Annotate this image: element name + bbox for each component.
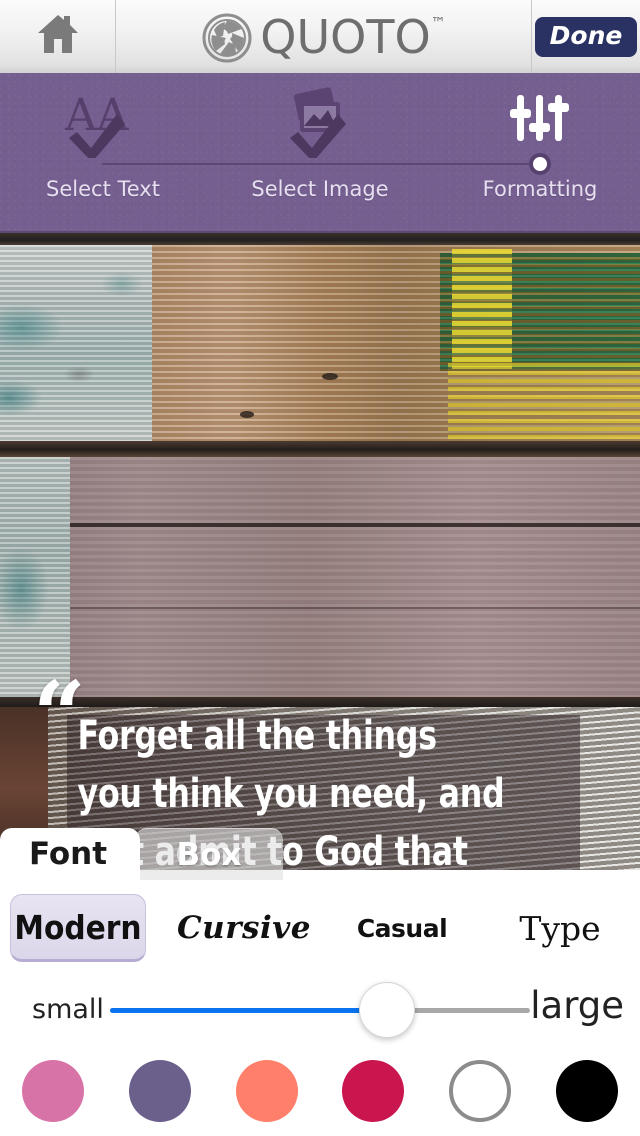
font-options-row: Modern Cursive Casual Type: [0, 894, 640, 968]
tab-font[interactable]: Font: [0, 828, 140, 880]
color-swatch-black[interactable]: [555, 1060, 618, 1122]
tab-box[interactable]: Box: [135, 828, 283, 880]
color-swatch-cell: [320, 1048, 427, 1134]
wood-rail-mid: [0, 441, 640, 457]
home-icon: [36, 13, 80, 60]
sidebar-item-label: Formatting: [482, 177, 598, 201]
color-swatch-white[interactable]: [449, 1060, 512, 1122]
wood-rail-low: [0, 697, 640, 707]
sidebar-item-label: Select Image: [251, 177, 389, 201]
color-swatch-cell: [533, 1048, 640, 1134]
slider-thumb[interactable]: [359, 982, 416, 1038]
color-swatch-cell: [427, 1048, 534, 1134]
font-size-slider[interactable]: [110, 982, 530, 1038]
wood-knot: [322, 373, 338, 380]
trademark-symbol: ™: [430, 13, 446, 32]
wood-middle-plank: [0, 457, 640, 697]
plank-teal-left: [0, 245, 152, 441]
stepper-active-dot: [529, 153, 551, 175]
color-swatch-cell: [213, 1048, 320, 1134]
sidebar-item-label: Select Text: [46, 177, 160, 201]
font-size-row: small large: [0, 978, 640, 1040]
size-max-label: large: [530, 984, 624, 1027]
app-root: QUOTO ™ Done AA Select Text Select Image…: [0, 0, 640, 1136]
panel-tabs: Font Box: [0, 828, 640, 880]
header-right: Done: [532, 0, 640, 73]
quote-canvas[interactable]: “ Forget all the things you think you ne…: [0, 233, 640, 870]
paint-yellow: [448, 363, 640, 441]
color-swatch-cell: [0, 1048, 107, 1134]
app-header: QUOTO ™ Done: [0, 0, 640, 73]
font-option-casual[interactable]: Casual: [338, 894, 466, 962]
color-swatch-crimson[interactable]: [342, 1060, 405, 1122]
formatting-panel: Modern Cursive Casual Type small large: [0, 880, 640, 1136]
font-option-type[interactable]: Type: [490, 894, 630, 962]
color-swatch-purple[interactable]: [129, 1060, 191, 1122]
camera-aperture-icon: [201, 12, 253, 64]
done-button[interactable]: Done: [534, 16, 638, 57]
color-swatch-coral[interactable]: [235, 1060, 298, 1122]
home-button[interactable]: [0, 0, 116, 73]
logo-text: QUOTO: [260, 9, 431, 64]
plank-painted-right: [152, 245, 640, 441]
color-swatch-row: [0, 1048, 640, 1134]
progress-stepper: AA Select Text Select Image Formatting: [0, 73, 640, 233]
sidebar-item-select-image[interactable]: Select Image: [225, 73, 415, 233]
text-aa-check-icon: AA: [61, 73, 145, 158]
photo-check-icon: [278, 73, 362, 158]
font-option-cursive[interactable]: Cursive: [168, 894, 320, 962]
sidebar-item-select-text[interactable]: AA Select Text: [8, 73, 198, 233]
wood-knot: [240, 411, 254, 418]
slider-fill: [110, 1008, 388, 1013]
svg-text:AA: AA: [64, 90, 130, 141]
plank-seam: [0, 523, 640, 527]
app-logo: QUOTO ™: [116, 0, 532, 73]
sliders-icon: [505, 73, 575, 157]
plank-seam: [0, 607, 640, 609]
size-min-label: small: [32, 994, 104, 1025]
wood-upper-band: [0, 245, 640, 441]
paint-yellow-edge: [452, 249, 512, 369]
wood-rail-top: [0, 233, 640, 245]
font-option-modern[interactable]: Modern: [10, 894, 146, 962]
color-swatch-cell: [107, 1048, 214, 1134]
color-swatch-pink[interactable]: [22, 1060, 85, 1122]
sidebar-item-formatting[interactable]: Formatting: [445, 73, 635, 233]
